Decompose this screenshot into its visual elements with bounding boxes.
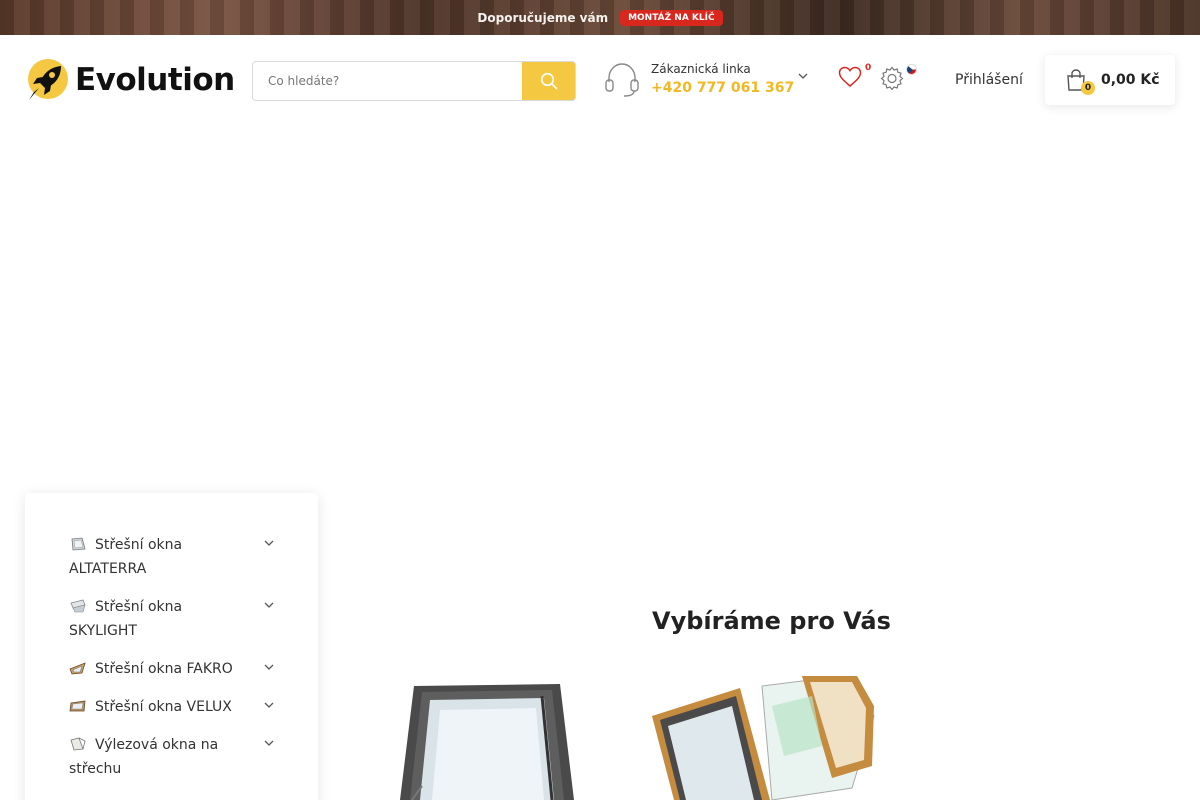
- category-item-fakro[interactable]: Střešní okna FAKRO: [69, 657, 274, 681]
- search-icon: [540, 72, 557, 90]
- roof-window-icon: [69, 700, 86, 712]
- cart-count-badge: 0: [1081, 81, 1095, 95]
- category-item-skylight[interactable]: Střešní okna SKYLIGHT: [69, 595, 274, 643]
- logo-text: Evolution: [75, 62, 235, 98]
- roof-window-icon: [69, 662, 86, 675]
- category-label: Střešní okna FAKRO: [95, 661, 233, 677]
- featured-title: Vybíráme pro Vás: [652, 607, 891, 635]
- czech-flag-icon[interactable]: [906, 64, 917, 75]
- cart-total: 0,00 Kč: [1101, 72, 1160, 88]
- category-item-velux[interactable]: Střešní okna VELUX: [69, 695, 274, 719]
- roof-window-icon: [70, 737, 86, 751]
- headset-icon: [605, 63, 639, 97]
- promo-banner[interactable]: Doporučujeme vám MONTÁŽ NA KLÍČ: [0, 0, 1200, 35]
- support-label: Zákaznická linka: [651, 62, 751, 76]
- promo-text: Doporučujeme vám: [477, 10, 609, 25]
- gear-icon: [880, 66, 904, 91]
- chevron-down-icon[interactable]: [798, 72, 808, 80]
- wishlist-button[interactable]: 0: [838, 63, 871, 92]
- chevron-down-icon[interactable]: [264, 739, 274, 747]
- site-logo[interactable]: Evolution: [25, 58, 235, 102]
- heart-icon: [838, 66, 862, 87]
- search-button[interactable]: [522, 62, 575, 100]
- search-bar: [252, 61, 576, 101]
- chevron-down-icon[interactable]: [264, 539, 274, 547]
- chevron-down-icon[interactable]: [264, 663, 274, 671]
- search-input[interactable]: [253, 62, 522, 100]
- category-item-altaterra[interactable]: Střešní okna ALTATERRA: [69, 533, 274, 581]
- login-link[interactable]: Přihlášení: [955, 72, 1023, 88]
- support-phone[interactable]: +420 777 061 367: [651, 80, 794, 96]
- chevron-down-icon[interactable]: [264, 601, 274, 609]
- promo-badge[interactable]: MONTÁŽ NA KLÍČ: [620, 9, 723, 26]
- rocket-icon: [28, 59, 68, 100]
- product-image[interactable]: [652, 676, 876, 800]
- category-menu: Střešní okna ALTATERRA Střešní okna SKYL…: [25, 493, 318, 800]
- wishlist-count: 0: [865, 63, 872, 73]
- category-label: Výlezová okna na střechu: [69, 737, 219, 777]
- chevron-down-icon[interactable]: [264, 701, 274, 709]
- cart-button[interactable]: 0 0,00 Kč: [1045, 55, 1175, 105]
- roof-window-icon: [70, 599, 86, 613]
- settings-button[interactable]: [880, 66, 904, 94]
- product-image[interactable]: [392, 676, 602, 800]
- category-label: Střešní okna VELUX: [95, 699, 232, 715]
- category-item-access-windows[interactable]: Výlezová okna na střechu: [69, 733, 274, 781]
- customer-support[interactable]: Zákaznická linka +420 777 061 367: [603, 60, 808, 98]
- roof-window-icon: [71, 537, 86, 551]
